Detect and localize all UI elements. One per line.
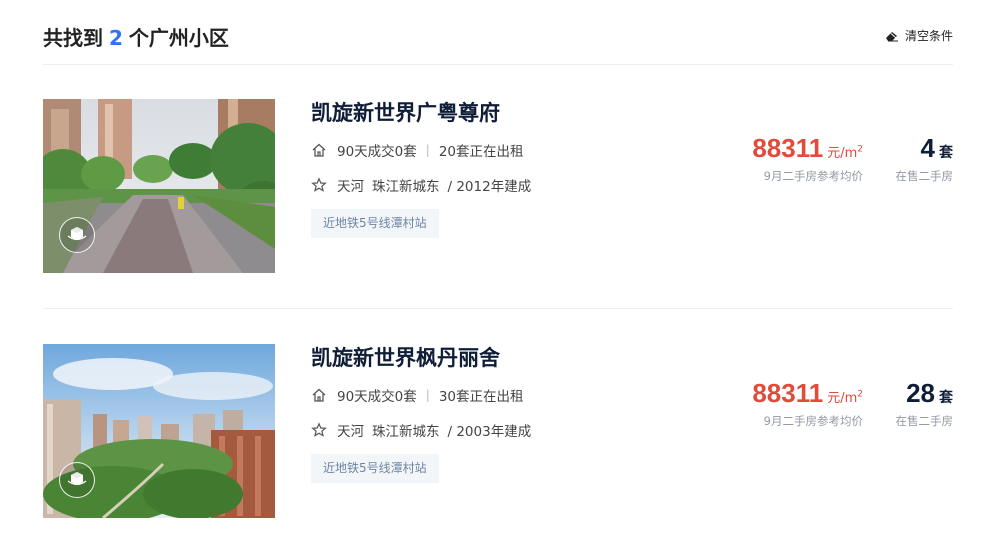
listing-title[interactable]: 凯旋新世界广粤尊府 — [311, 97, 500, 127]
home-icon — [312, 143, 326, 157]
vr-360-icon — [67, 472, 87, 486]
on-sale-label: 在售二手房 — [895, 414, 954, 428]
separator: | — [425, 143, 430, 157]
divider — [43, 308, 953, 309]
home-icon — [312, 388, 326, 402]
price-label: 9月二手房参考均价 — [763, 169, 863, 183]
price-value: 88311 — [752, 378, 824, 408]
summary-prefix: 共找到 — [43, 26, 103, 50]
on-sale-label: 在售二手房 — [895, 169, 954, 183]
on-sale-unit: 套 — [939, 145, 953, 161]
clear-filters-button[interactable]: 清空条件 — [885, 27, 953, 44]
results-summary: 共找到 2 个广州小区 — [43, 22, 229, 51]
price-value: 88311 — [752, 133, 824, 163]
price-unit: 元/m2 — [827, 144, 863, 161]
on-sale-value[interactable]: 28 — [906, 378, 935, 408]
vr-360-button[interactable] — [59, 217, 95, 253]
subway-tag: 近地铁5号线潭村站 — [311, 209, 439, 238]
price-unit: 元/m2 — [827, 389, 863, 406]
on-sale-value[interactable]: 4 — [921, 133, 935, 163]
vr-360-button[interactable] — [59, 462, 95, 498]
district-link[interactable]: 天河 — [337, 175, 364, 195]
results-header: 共找到 2 个广州小区 清空条件 — [43, 0, 953, 65]
listing-title[interactable]: 凯旋新世界枫丹丽舍 — [311, 342, 500, 372]
clear-filters-label: 清空条件 — [904, 29, 953, 43]
summary-suffix: 个广州小区 — [128, 26, 229, 50]
location-info: 天河 珠江新城东 / 2012年建成 — [311, 175, 531, 195]
deals-90-days[interactable]: 90天成交0套 — [337, 140, 417, 160]
build-year: / 2012年建成 — [447, 179, 532, 195]
deals-90-days[interactable]: 90天成交0套 — [337, 385, 417, 405]
listing-card[interactable]: 凯旋新世界枫丹丽舍 90天成交0套 | 30套正在出租 天河 珠江新城东 / 2… — [43, 344, 953, 518]
on-sale-count[interactable]: 4套 在售二手房 — [896, 133, 954, 184]
listing-photo[interactable] — [43, 344, 275, 518]
build-year: / 2003年建成 — [447, 424, 532, 440]
separator: | — [425, 388, 430, 402]
vr-360-icon — [67, 227, 87, 241]
on-sale-unit: 套 — [939, 390, 953, 406]
star-icon — [311, 422, 327, 437]
area-link[interactable]: 珠江新城东 — [372, 420, 440, 440]
subway-tag: 近地铁5号线潭村站 — [311, 454, 439, 483]
listing-card[interactable]: 凯旋新世界广粤尊府 90天成交0套 | 20套正在出租 天河 珠江新城东 / 2… — [43, 99, 953, 273]
avg-price: 88311 元/m2 9月二手房参考均价 — [752, 378, 863, 429]
transaction-info: 90天成交0套 | 20套正在出租 — [311, 140, 524, 160]
location-info: 天河 珠江新城东 / 2003年建成 — [311, 420, 531, 440]
on-sale-count[interactable]: 28 套 在售二手房 — [896, 378, 954, 429]
district-link[interactable]: 天河 — [337, 420, 364, 440]
results-count: 2 — [109, 26, 123, 50]
star-icon — [311, 177, 327, 192]
area-link[interactable]: 珠江新城东 — [372, 175, 440, 195]
rent-count[interactable]: 30套正在出租 — [439, 385, 524, 405]
listing-photo[interactable] — [43, 99, 275, 273]
rent-count[interactable]: 20套正在出租 — [439, 140, 524, 160]
price-label: 9月二手房参考均价 — [763, 414, 863, 428]
avg-price: 88311 元/m2 9月二手房参考均价 — [752, 133, 863, 184]
eraser-icon — [885, 31, 898, 41]
transaction-info: 90天成交0套 | 30套正在出租 — [311, 385, 524, 405]
